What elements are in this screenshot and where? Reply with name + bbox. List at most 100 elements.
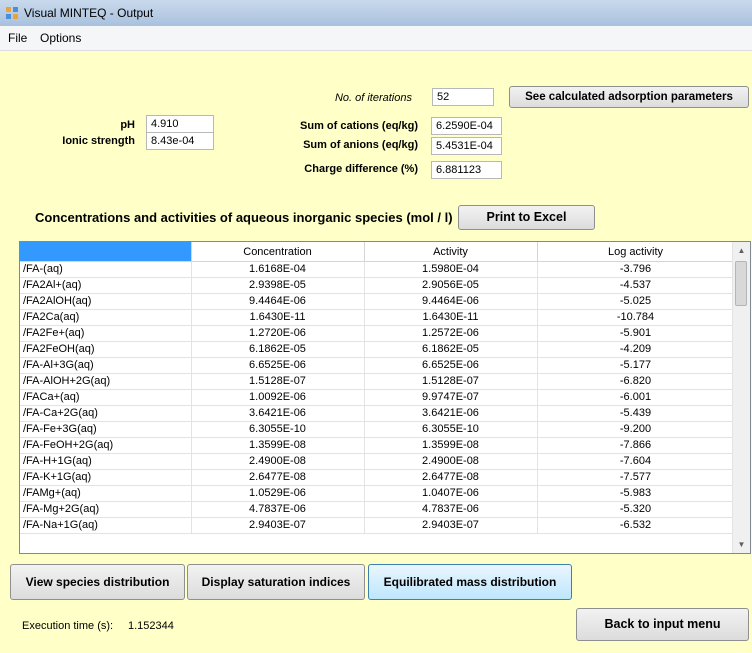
activity-cell[interactable]: 9.9747E-07	[364, 389, 538, 406]
log-activity-cell[interactable]: -5.983	[537, 485, 735, 502]
scroll-up-icon[interactable]: ▲	[733, 242, 750, 259]
species-cell[interactable]: /FAMg+(aq)	[20, 485, 192, 502]
species-cell[interactable]: /FA-K+1G(aq)	[20, 469, 192, 486]
title-bar[interactable]: Visual MINTEQ - Output	[0, 0, 752, 26]
table-row[interactable]: /FA-Mg+2G(aq) 4.7837E-06 4.7837E-06 -5.320	[20, 501, 735, 518]
activity-cell[interactable]: 2.6477E-08	[364, 469, 538, 486]
table-row[interactable]: /FA-K+1G(aq) 2.6477E-08 2.6477E-08 -7.577	[20, 469, 735, 486]
view-species-distribution-button[interactable]: View species distribution	[10, 564, 185, 600]
activity-cell[interactable]: 2.4900E-08	[364, 453, 538, 470]
table-row[interactable]: /FA-AlOH+2G(aq) 1.5128E-07 1.5128E-07 -6.82…	[20, 373, 735, 390]
menu-options[interactable]: Options	[40, 31, 81, 45]
column-header-activity[interactable]: Activity	[364, 242, 538, 262]
table-row[interactable]: /FAMg+(aq) 1.0529E-06 1.0407E-06 -5.983	[20, 485, 735, 502]
activity-cell[interactable]: 1.5128E-07	[364, 373, 538, 390]
activity-cell[interactable]: 1.3599E-08	[364, 437, 538, 454]
ph-field[interactable]: 4.910	[146, 115, 214, 133]
menu-file[interactable]: File	[8, 31, 27, 45]
concentration-cell[interactable]: 2.9398E-05	[191, 277, 365, 294]
concentration-cell[interactable]: 1.6430E-11	[191, 309, 365, 326]
species-cell[interactable]: /FA-(aq)	[20, 261, 192, 278]
log-activity-cell[interactable]: -7.866	[537, 437, 735, 454]
activity-cell[interactable]: 4.7837E-06	[364, 501, 538, 518]
table-row[interactable]: /FA2Ca(aq) 1.6430E-11 1.6430E-11 -10.784	[20, 309, 735, 326]
species-cell[interactable]: /FACa+(aq)	[20, 389, 192, 406]
activity-cell[interactable]: 2.9056E-05	[364, 277, 538, 294]
activity-cell[interactable]: 1.2572E-06	[364, 325, 538, 342]
concentration-cell[interactable]: 4.7837E-06	[191, 501, 365, 518]
concentration-cell[interactable]: 1.5128E-07	[191, 373, 365, 390]
concentration-cell[interactable]: 2.9403E-07	[191, 517, 365, 534]
iterations-field[interactable]: 52	[432, 88, 494, 106]
concentration-cell[interactable]: 6.6525E-06	[191, 357, 365, 374]
log-activity-cell[interactable]: -5.025	[537, 293, 735, 310]
activity-cell[interactable]: 6.3055E-10	[364, 421, 538, 438]
table-row[interactable]: /FA-Fe+3G(aq) 6.3055E-10 6.3055E-10 -9.200	[20, 421, 735, 438]
species-cell[interactable]: /FA-Mg+2G(aq)	[20, 501, 192, 518]
sum-cations-field[interactable]: 6.2590E-04	[431, 117, 502, 135]
activity-cell[interactable]: 6.6525E-06	[364, 357, 538, 374]
display-saturation-indices-button[interactable]: Display saturation indices	[187, 564, 365, 600]
log-activity-cell[interactable]: -6.820	[537, 373, 735, 390]
see-adsorption-parameters-button[interactable]: See calculated adsorption parameters	[509, 86, 749, 108]
log-activity-cell[interactable]: -5.439	[537, 405, 735, 422]
table-row[interactable]: /FA-Ca+2G(aq) 3.6421E-06 3.6421E-06 -5.439	[20, 405, 735, 422]
column-header-species[interactable]	[20, 242, 192, 262]
concentration-cell[interactable]: 3.6421E-06	[191, 405, 365, 422]
activity-cell[interactable]: 6.1862E-05	[364, 341, 538, 358]
log-activity-cell[interactable]: -3.796	[537, 261, 735, 278]
log-activity-cell[interactable]: -4.537	[537, 277, 735, 294]
species-cell[interactable]: /FA2Fe+(aq)	[20, 325, 192, 342]
equilibrated-mass-distribution-button[interactable]: Equilibrated mass distribution	[368, 564, 572, 600]
table-row[interactable]: /FA-Al+3G(aq) 6.6525E-06 6.6525E-06 -5.177	[20, 357, 735, 374]
species-cell[interactable]: /FA2AlOH(aq)	[20, 293, 192, 310]
log-activity-cell[interactable]: -7.577	[537, 469, 735, 486]
vertical-scrollbar[interactable]: ▲ ▼	[732, 242, 750, 553]
species-cell[interactable]: /FA-Al+3G(aq)	[20, 357, 192, 374]
log-activity-cell[interactable]: -6.001	[537, 389, 735, 406]
scroll-thumb[interactable]	[735, 261, 747, 306]
concentration-cell[interactable]: 1.3599E-08	[191, 437, 365, 454]
concentration-cell[interactable]: 6.1862E-05	[191, 341, 365, 358]
activity-cell[interactable]: 3.6421E-06	[364, 405, 538, 422]
activity-cell[interactable]: 9.4464E-06	[364, 293, 538, 310]
column-header-concentration[interactable]: Concentration	[191, 242, 365, 262]
table-row[interactable]: /FA2FeOH(aq) 6.1862E-05 6.1862E-05 -4.209	[20, 341, 735, 358]
concentration-cell[interactable]: 1.6168E-04	[191, 261, 365, 278]
concentration-cell[interactable]: 2.4900E-08	[191, 453, 365, 470]
activity-cell[interactable]: 2.9403E-07	[364, 517, 538, 534]
log-activity-cell[interactable]: -4.209	[537, 341, 735, 358]
charge-difference-field[interactable]: 6.881123	[431, 161, 502, 179]
back-to-input-menu-button[interactable]: Back to input menu	[576, 608, 749, 641]
log-activity-cell[interactable]: -5.901	[537, 325, 735, 342]
scroll-down-icon[interactable]: ▼	[733, 536, 750, 553]
table-row[interactable]: /FA2AlOH(aq) 9.4464E-06 9.4464E-06 -5.025	[20, 293, 735, 310]
concentration-cell[interactable]: 6.3055E-10	[191, 421, 365, 438]
table-row[interactable]: /FA-Na+1G(aq) 2.9403E-07 2.9403E-07 -6.532	[20, 517, 735, 534]
concentration-cell[interactable]: 9.4464E-06	[191, 293, 365, 310]
concentration-cell[interactable]: 1.0092E-06	[191, 389, 365, 406]
species-table[interactable]: Concentration Activity Log activity /FA-…	[19, 241, 751, 554]
species-cell[interactable]: /FA2Ca(aq)	[20, 309, 192, 326]
species-cell[interactable]: /FA-H+1G(aq)	[20, 453, 192, 470]
activity-cell[interactable]: 1.6430E-11	[364, 309, 538, 326]
log-activity-cell[interactable]: -10.784	[537, 309, 735, 326]
species-cell[interactable]: /FA-Ca+2G(aq)	[20, 405, 192, 422]
species-cell[interactable]: /FA2FeOH(aq)	[20, 341, 192, 358]
log-activity-cell[interactable]: -6.532	[537, 517, 735, 534]
ionic-strength-field[interactable]: 8.43e-04	[146, 132, 214, 150]
species-cell[interactable]: /FA-FeOH+2G(aq)	[20, 437, 192, 454]
concentration-cell[interactable]: 1.2720E-06	[191, 325, 365, 342]
log-activity-cell[interactable]: -7.604	[537, 453, 735, 470]
species-cell[interactable]: /FA-Na+1G(aq)	[20, 517, 192, 534]
log-activity-cell[interactable]: -5.177	[537, 357, 735, 374]
species-cell[interactable]: /FA2Al+(aq)	[20, 277, 192, 294]
column-header-log-activity[interactable]: Log activity	[537, 242, 735, 262]
table-row[interactable]: /FA2Fe+(aq) 1.2720E-06 1.2572E-06 -5.901	[20, 325, 735, 342]
table-row[interactable]: /FA-H+1G(aq) 2.4900E-08 2.4900E-08 -7.604	[20, 453, 735, 470]
activity-cell[interactable]: 1.5980E-04	[364, 261, 538, 278]
activity-cell[interactable]: 1.0407E-06	[364, 485, 538, 502]
species-cell[interactable]: /FA-AlOH+2G(aq)	[20, 373, 192, 390]
table-row[interactable]: /FA2Al+(aq) 2.9398E-05 2.9056E-05 -4.537	[20, 277, 735, 294]
table-row[interactable]: /FA-FeOH+2G(aq) 1.3599E-08 1.3599E-08 -7.86…	[20, 437, 735, 454]
